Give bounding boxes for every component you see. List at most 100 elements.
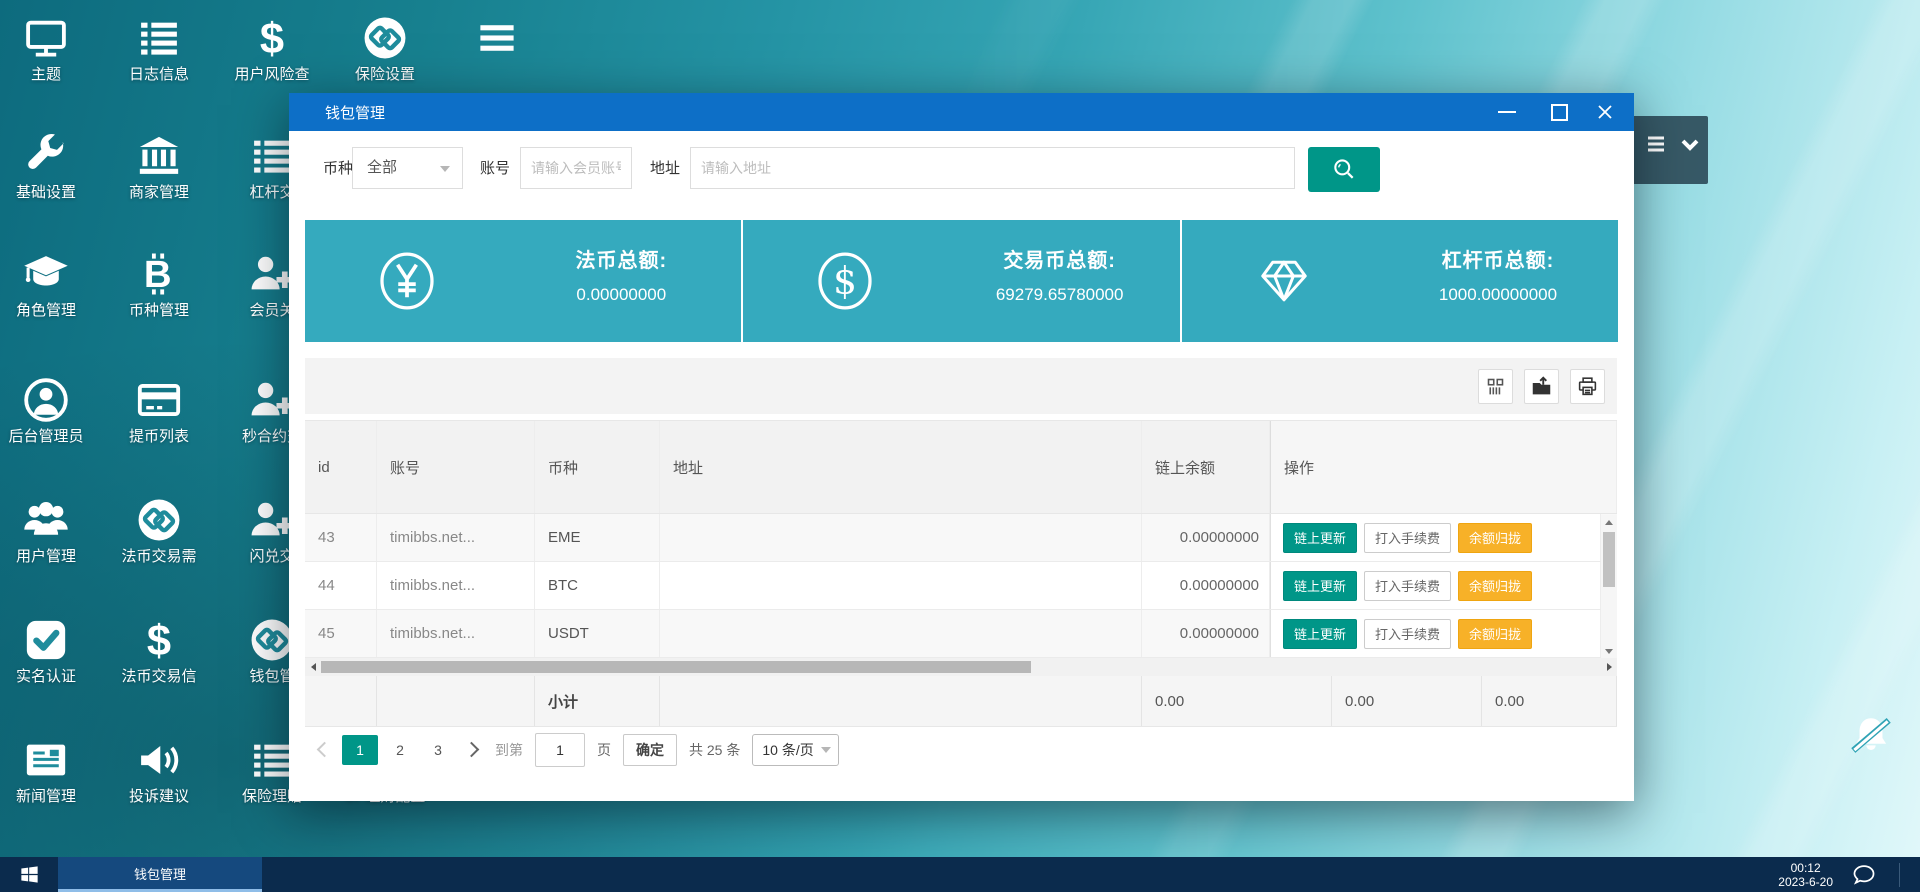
card-label: 交易币总额:: [1003, 250, 1116, 272]
balance-collect-button[interactable]: 余额归拢: [1458, 618, 1533, 649]
coin-select[interactable]: 全部: [352, 147, 463, 189]
scroll-right-arrow[interactable]: [1601, 658, 1617, 676]
desktop-icon[interactable]: 投诉建议: [103, 732, 215, 806]
desktop-icon[interactable]: [441, 10, 553, 66]
desktop-icon-label: 法币交易信: [121, 668, 197, 685]
confirm-page-button[interactable]: 确定: [623, 733, 677, 766]
desktop-icon-label: 新闻管理: [15, 788, 76, 805]
print-button[interactable]: [1570, 369, 1605, 404]
desktop-icon[interactable]: 日志信息: [103, 10, 215, 84]
close-button[interactable]: [1582, 93, 1628, 131]
select-caret-icon: [440, 166, 450, 177]
horizontal-scrollbar[interactable]: [305, 658, 1617, 676]
desktop-icon[interactable]: 基础设置: [0, 128, 102, 202]
fee-inject-button[interactable]: 打入手续费: [1364, 522, 1452, 553]
desktop-icon[interactable]: 后台管理员: [0, 372, 102, 446]
page-button-3[interactable]: 3: [422, 735, 454, 765]
maximize-button[interactable]: [1536, 93, 1582, 131]
chain-update-button[interactable]: 链上更新: [1283, 570, 1358, 601]
cell-id: 45: [305, 610, 377, 657]
search-button[interactable]: [1308, 147, 1380, 192]
personcircle-icon: [24, 378, 68, 422]
goto-label: 到第: [495, 741, 523, 758]
desktop-icon[interactable]: 新闻管理: [0, 732, 102, 806]
start-button[interactable]: [0, 857, 58, 892]
page-button-1[interactable]: 1: [342, 734, 378, 765]
taskbar: 钱包管理 00:12 2023-6-20: [0, 857, 1920, 892]
desktop-icon[interactable]: $ 用户风险查: [216, 10, 328, 84]
cell-acct: timibbs.net...: [377, 610, 535, 657]
desktop-icon[interactable]: 提币列表: [103, 372, 215, 446]
desktop-icon[interactable]: 保险设置: [329, 10, 441, 84]
desktop-icon[interactable]: 商家管理: [103, 128, 215, 202]
notifications-muted-icon[interactable]: [1846, 712, 1896, 762]
window-titlebar[interactable]: 钱包管理: [289, 93, 1634, 131]
goto-page-input[interactable]: [535, 732, 585, 767]
desktop-icon[interactable]: 实名认证: [0, 612, 102, 686]
address-input[interactable]: [691, 148, 1294, 188]
desktop-icon-label: 主题: [30, 66, 61, 83]
taskbar-task-wallet[interactable]: 钱包管理: [58, 857, 262, 892]
cell-coin: USDT: [535, 610, 660, 657]
column-header: id: [305, 421, 377, 513]
cell-coin: EME: [535, 514, 660, 561]
address-filter-label: 地址: [650, 160, 681, 177]
chevron-down-icon[interactable]: [1678, 132, 1702, 156]
column-header: 币种: [535, 421, 660, 513]
table-header-row: id 账号 币种 地址 链上余额 操作: [305, 420, 1617, 514]
desktop-icon-label: 用户管理: [15, 548, 76, 565]
column-header: 账号: [377, 421, 535, 513]
table-footer-row: 小计 0.00 0.00 0.00: [305, 676, 1617, 727]
fee-inject-button[interactable]: 打入手续费: [1364, 618, 1452, 649]
scroll-down-arrow[interactable]: [1601, 644, 1617, 658]
desktop-icon[interactable]: 法币交易需: [103, 492, 215, 566]
desktop-icon[interactable]: 主题: [0, 10, 102, 84]
prev-page-icon[interactable]: [316, 741, 333, 758]
minimize-button[interactable]: [1484, 93, 1530, 131]
balance-collect-button[interactable]: 余额归拢: [1458, 522, 1533, 553]
fee-inject-button[interactable]: 打入手续费: [1364, 570, 1452, 601]
chain-update-button[interactable]: 链上更新: [1283, 522, 1358, 553]
cell-addr: [660, 514, 1142, 561]
cell-acct: timibbs.net...: [377, 514, 535, 561]
columns-toggle-button[interactable]: [1478, 369, 1513, 404]
menu-icon[interactable]: [1644, 132, 1668, 156]
svg-text:B: B: [144, 253, 172, 296]
desktop-icon[interactable]: B 币种管理: [103, 246, 215, 320]
footer-cell: [377, 676, 535, 726]
vertical-scroll-thumb[interactable]: [1603, 532, 1615, 587]
balance-collect-button[interactable]: 余额归拢: [1458, 570, 1533, 601]
desktop-icon-label: 实名认证: [15, 668, 76, 685]
desktop-icon-label: 法币交易需: [121, 548, 197, 565]
chat-bubble-icon[interactable]: [1851, 862, 1885, 888]
bitcoin-icon: B: [144, 253, 172, 296]
vertical-scrollbar[interactable]: [1601, 515, 1617, 658]
page-size-select[interactable]: 10 条/页: [752, 733, 839, 766]
cell-bal: 0.00000000: [1142, 514, 1270, 561]
footer-cell: [305, 676, 377, 726]
card-label: 杠杆币总额:: [1441, 250, 1555, 272]
chain-update-button[interactable]: 链上更新: [1283, 618, 1358, 649]
page-button-2[interactable]: 2: [384, 735, 416, 765]
window-title: 钱包管理: [325, 104, 386, 122]
horizontal-scroll-thumb[interactable]: [321, 661, 1031, 673]
scroll-left-arrow[interactable]: [305, 658, 321, 676]
column-header: 操作: [1270, 421, 1617, 513]
footer-cell: 0.00: [1482, 676, 1617, 726]
desktop-icon[interactable]: $ 法币交易信: [103, 612, 215, 686]
account-input[interactable]: [521, 148, 631, 188]
desktop-icon[interactable]: 角色管理: [0, 246, 102, 320]
card-icon: [137, 384, 181, 416]
summary-card: 法币总额: 0.00000000: [305, 220, 742, 342]
scroll-up-arrow[interactable]: [1601, 515, 1617, 529]
desktop-icon-label: 币种管理: [128, 302, 189, 319]
desktop-icon-label: 后台管理员: [8, 428, 84, 445]
next-page-icon[interactable]: [463, 741, 480, 758]
page-numbers: 123: [342, 734, 454, 765]
svg-text:$: $: [260, 15, 284, 61]
export-button[interactable]: [1524, 369, 1559, 404]
taskbar-clock[interactable]: 00:12 2023-6-20: [1778, 861, 1851, 889]
linkcircle-icon: [138, 499, 180, 541]
desktop-icon[interactable]: 用户管理: [0, 492, 102, 566]
dollarcircle-icon: $: [818, 252, 872, 310]
